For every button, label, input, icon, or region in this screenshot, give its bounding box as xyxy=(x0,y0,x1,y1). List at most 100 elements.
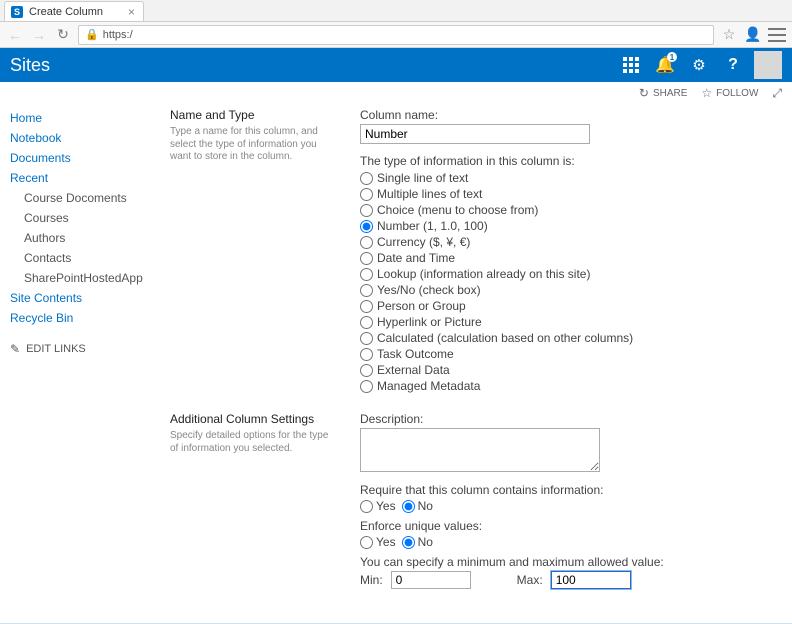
max-label: Max: xyxy=(517,573,543,587)
unique-yes-radio[interactable] xyxy=(360,536,373,549)
unique-no-radio[interactable] xyxy=(402,536,415,549)
column-type-radio[interactable] xyxy=(360,220,373,233)
page-actions: ↻ SHARE ☆ FOLLOW ⤢ xyxy=(0,82,792,104)
nav-link[interactable]: Notebook xyxy=(10,128,160,148)
nav-link[interactable]: Site Contents xyxy=(10,288,160,308)
nav-sublink[interactable]: Course Docoments xyxy=(10,188,160,208)
column-type-option[interactable]: Multiple lines of text xyxy=(360,186,782,202)
user-icon[interactable]: 👤 xyxy=(744,26,762,44)
edit-links-button[interactable]: ✎ EDIT LINKS xyxy=(10,342,160,356)
column-type-radio[interactable] xyxy=(360,252,373,265)
browser-tab-strip: S Create Column × xyxy=(0,0,792,22)
nav-link[interactable]: Home xyxy=(10,108,160,128)
unique-no-label: No xyxy=(418,535,433,549)
content-region: Name and Type Type a name for this colum… xyxy=(170,108,782,607)
nav-link[interactable]: Recycle Bin xyxy=(10,308,160,328)
follow-icon: ☆ xyxy=(701,86,712,100)
description-label: Description: xyxy=(360,412,782,426)
column-type-radio-list: Single line of textMultiple lines of tex… xyxy=(360,170,782,394)
unique-label: Enforce unique values: xyxy=(360,519,782,533)
share-label: SHARE xyxy=(653,88,687,99)
column-type-radio[interactable] xyxy=(360,188,373,201)
nav-sublink[interactable]: SharePointHostedApp xyxy=(10,268,160,288)
app-launcher-icon xyxy=(623,57,639,73)
min-input[interactable] xyxy=(391,571,471,589)
focus-icon: ⤢ xyxy=(772,86,782,101)
column-type-radio[interactable] xyxy=(360,284,373,297)
column-type-option[interactable]: Managed Metadata xyxy=(360,378,782,394)
focus-mode-button[interactable]: ⤢ xyxy=(772,86,782,101)
column-type-option[interactable]: Number (1, 1.0, 100) xyxy=(360,218,782,234)
column-type-label: Calculated (calculation based on other c… xyxy=(377,331,633,345)
column-type-option[interactable]: Lookup (information already on this site… xyxy=(360,266,782,282)
section-description: Type a name for this column, and select … xyxy=(170,126,330,164)
column-type-option[interactable]: Yes/No (check box) xyxy=(360,282,782,298)
max-input[interactable] xyxy=(551,571,631,589)
follow-button[interactable]: ☆ FOLLOW xyxy=(701,86,758,100)
chrome-menu-icon[interactable] xyxy=(768,28,786,42)
section-additional-settings: Additional Column Settings Specify detai… xyxy=(170,412,782,589)
require-yes-option[interactable]: Yes xyxy=(360,499,396,513)
column-type-radio[interactable] xyxy=(360,316,373,329)
column-type-option[interactable]: Currency ($, ¥, €) xyxy=(360,234,782,250)
left-navigation: HomeNotebookDocumentsRecent Course Docom… xyxy=(10,108,160,607)
require-no-option[interactable]: No xyxy=(402,499,433,513)
column-type-label: Currency ($, ¥, €) xyxy=(377,235,470,249)
column-type-radio[interactable] xyxy=(360,236,373,249)
bookmark-icon[interactable]: ☆ xyxy=(720,26,738,44)
column-type-radio[interactable] xyxy=(360,364,373,377)
column-type-option[interactable]: Calculated (calculation based on other c… xyxy=(360,330,782,346)
nav-link[interactable]: Documents xyxy=(10,148,160,168)
column-type-radio[interactable] xyxy=(360,348,373,361)
help-button[interactable]: ? xyxy=(716,48,750,82)
nav-sublink[interactable]: Courses xyxy=(10,208,160,228)
column-type-radio[interactable] xyxy=(360,204,373,217)
url-input[interactable]: 🔒 https:/ xyxy=(78,25,714,45)
column-name-input[interactable] xyxy=(360,124,590,144)
column-type-label: Person or Group xyxy=(377,299,466,313)
require-yes-label: Yes xyxy=(376,499,396,513)
column-type-radio[interactable] xyxy=(360,300,373,313)
column-type-option[interactable]: Hyperlink or Picture xyxy=(360,314,782,330)
min-label: Min: xyxy=(360,573,383,587)
column-type-label: Choice (menu to choose from) xyxy=(377,203,538,217)
column-type-label: Hyperlink or Picture xyxy=(377,315,482,329)
section-name-type: Name and Type Type a name for this colum… xyxy=(170,108,782,394)
column-type-option[interactable]: Choice (menu to choose from) xyxy=(360,202,782,218)
column-type-option[interactable]: Person or Group xyxy=(360,298,782,314)
column-type-label: External Data xyxy=(377,363,450,377)
column-type-option[interactable]: External Data xyxy=(360,362,782,378)
column-type-option[interactable]: Single line of text xyxy=(360,170,782,186)
require-yes-radio[interactable] xyxy=(360,500,373,513)
column-type-label: Multiple lines of text xyxy=(377,187,482,201)
column-type-radio[interactable] xyxy=(360,332,373,345)
column-type-radio[interactable] xyxy=(360,268,373,281)
nav-sublink[interactable]: Authors xyxy=(10,228,160,248)
gear-icon: ⚙ xyxy=(692,56,705,74)
column-type-option[interactable]: Date and Time xyxy=(360,250,782,266)
browser-tab[interactable]: S Create Column × xyxy=(4,1,144,21)
require-radio-group: Yes No xyxy=(360,499,782,513)
column-type-option[interactable]: Task Outcome xyxy=(360,346,782,362)
require-no-radio[interactable] xyxy=(402,500,415,513)
description-textarea[interactable] xyxy=(360,428,600,472)
reload-button[interactable]: ↻ xyxy=(54,26,72,44)
user-avatar[interactable] xyxy=(754,51,782,79)
column-type-radio[interactable] xyxy=(360,172,373,185)
close-tab-icon[interactable]: × xyxy=(128,6,135,18)
app-launcher-button[interactable] xyxy=(614,48,648,82)
share-icon: ↻ xyxy=(639,86,649,100)
column-type-radio[interactable] xyxy=(360,380,373,393)
unique-yes-option[interactable]: Yes xyxy=(360,535,396,549)
help-icon: ? xyxy=(728,56,738,74)
settings-button[interactable]: ⚙ xyxy=(682,48,716,82)
back-button[interactable]: ← xyxy=(6,26,24,44)
nav-sublink[interactable]: Contacts xyxy=(10,248,160,268)
column-type-label: Managed Metadata xyxy=(377,379,480,393)
range-label: You can specify a minimum and maximum al… xyxy=(360,555,782,569)
nav-link[interactable]: Recent xyxy=(10,168,160,188)
notifications-button[interactable]: 🔔 1 xyxy=(648,48,682,82)
unique-no-option[interactable]: No xyxy=(402,535,433,549)
forward-button[interactable]: → xyxy=(30,26,48,44)
share-button[interactable]: ↻ SHARE xyxy=(639,86,688,100)
